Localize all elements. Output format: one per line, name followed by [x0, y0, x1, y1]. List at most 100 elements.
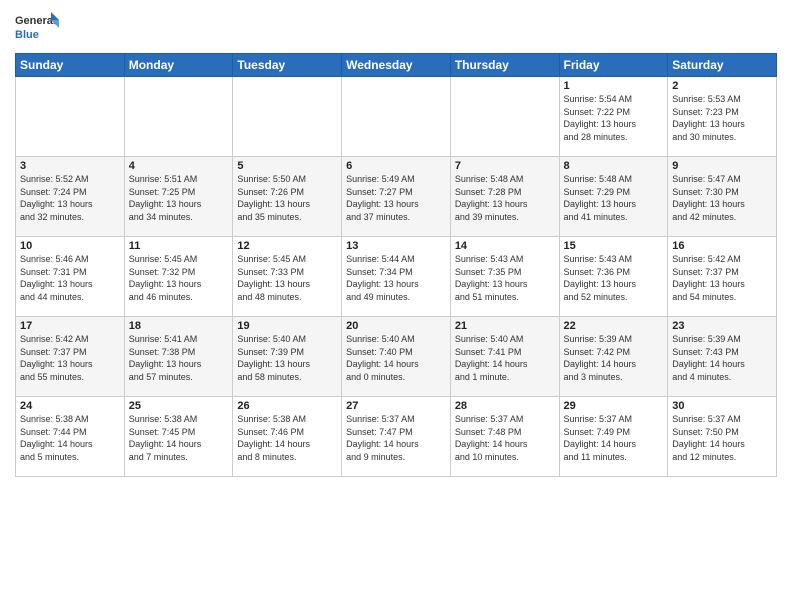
day-info: Sunrise: 5:43 AM Sunset: 7:36 PM Dayligh… — [564, 253, 664, 303]
calendar-cell: 27Sunrise: 5:37 AM Sunset: 7:47 PM Dayli… — [342, 397, 451, 477]
calendar-cell: 5Sunrise: 5:50 AM Sunset: 7:26 PM Daylig… — [233, 157, 342, 237]
day-number: 30 — [672, 400, 772, 412]
day-info: Sunrise: 5:39 AM Sunset: 7:42 PM Dayligh… — [564, 333, 664, 383]
day-info: Sunrise: 5:48 AM Sunset: 7:29 PM Dayligh… — [564, 173, 664, 223]
day-info: Sunrise: 5:37 AM Sunset: 7:47 PM Dayligh… — [346, 413, 446, 463]
calendar-cell: 17Sunrise: 5:42 AM Sunset: 7:37 PM Dayli… — [16, 317, 125, 397]
day-number: 25 — [129, 400, 229, 412]
day-info: Sunrise: 5:48 AM Sunset: 7:28 PM Dayligh… — [455, 173, 555, 223]
calendar-cell: 25Sunrise: 5:38 AM Sunset: 7:45 PM Dayli… — [124, 397, 233, 477]
calendar-cell: 2Sunrise: 5:53 AM Sunset: 7:23 PM Daylig… — [668, 77, 777, 157]
calendar-cell: 19Sunrise: 5:40 AM Sunset: 7:39 PM Dayli… — [233, 317, 342, 397]
calendar-cell: 20Sunrise: 5:40 AM Sunset: 7:40 PM Dayli… — [342, 317, 451, 397]
day-number: 27 — [346, 400, 446, 412]
logo: General Blue — [15, 10, 59, 51]
day-info: Sunrise: 5:40 AM Sunset: 7:41 PM Dayligh… — [455, 333, 555, 383]
calendar-cell: 24Sunrise: 5:38 AM Sunset: 7:44 PM Dayli… — [16, 397, 125, 477]
calendar-cell — [16, 77, 125, 157]
day-number: 29 — [564, 400, 664, 412]
day-number: 12 — [237, 240, 337, 252]
calendar-cell — [124, 77, 233, 157]
day-number: 21 — [455, 320, 555, 332]
day-number: 14 — [455, 240, 555, 252]
day-number: 1 — [564, 80, 664, 92]
day-number: 10 — [20, 240, 120, 252]
day-number: 11 — [129, 240, 229, 252]
week-row-3: 10Sunrise: 5:46 AM Sunset: 7:31 PM Dayli… — [16, 237, 777, 317]
day-number: 20 — [346, 320, 446, 332]
calendar-cell: 14Sunrise: 5:43 AM Sunset: 7:35 PM Dayli… — [450, 237, 559, 317]
calendar-cell: 1Sunrise: 5:54 AM Sunset: 7:22 PM Daylig… — [559, 77, 668, 157]
day-info: Sunrise: 5:42 AM Sunset: 7:37 PM Dayligh… — [672, 253, 772, 303]
day-info: Sunrise: 5:43 AM Sunset: 7:35 PM Dayligh… — [455, 253, 555, 303]
day-info: Sunrise: 5:52 AM Sunset: 7:24 PM Dayligh… — [20, 173, 120, 223]
day-number: 9 — [672, 160, 772, 172]
calendar-cell: 6Sunrise: 5:49 AM Sunset: 7:27 PM Daylig… — [342, 157, 451, 237]
calendar-cell: 29Sunrise: 5:37 AM Sunset: 7:49 PM Dayli… — [559, 397, 668, 477]
calendar-cell: 7Sunrise: 5:48 AM Sunset: 7:28 PM Daylig… — [450, 157, 559, 237]
day-number: 19 — [237, 320, 337, 332]
day-number: 3 — [20, 160, 120, 172]
day-info: Sunrise: 5:40 AM Sunset: 7:40 PM Dayligh… — [346, 333, 446, 383]
day-number: 28 — [455, 400, 555, 412]
calendar-cell: 21Sunrise: 5:40 AM Sunset: 7:41 PM Dayli… — [450, 317, 559, 397]
calendar-cell: 22Sunrise: 5:39 AM Sunset: 7:42 PM Dayli… — [559, 317, 668, 397]
day-info: Sunrise: 5:37 AM Sunset: 7:50 PM Dayligh… — [672, 413, 772, 463]
day-number: 7 — [455, 160, 555, 172]
day-info: Sunrise: 5:39 AM Sunset: 7:43 PM Dayligh… — [672, 333, 772, 383]
calendar-cell: 9Sunrise: 5:47 AM Sunset: 7:30 PM Daylig… — [668, 157, 777, 237]
day-number: 16 — [672, 240, 772, 252]
calendar-cell: 23Sunrise: 5:39 AM Sunset: 7:43 PM Dayli… — [668, 317, 777, 397]
calendar-cell: 3Sunrise: 5:52 AM Sunset: 7:24 PM Daylig… — [16, 157, 125, 237]
calendar-cell — [342, 77, 451, 157]
weekday-header-tuesday: Tuesday — [233, 54, 342, 77]
day-number: 26 — [237, 400, 337, 412]
day-number: 18 — [129, 320, 229, 332]
day-info: Sunrise: 5:38 AM Sunset: 7:46 PM Dayligh… — [237, 413, 337, 463]
day-number: 8 — [564, 160, 664, 172]
day-info: Sunrise: 5:37 AM Sunset: 7:49 PM Dayligh… — [564, 413, 664, 463]
day-number: 5 — [237, 160, 337, 172]
week-row-1: 1Sunrise: 5:54 AM Sunset: 7:22 PM Daylig… — [16, 77, 777, 157]
calendar-cell: 4Sunrise: 5:51 AM Sunset: 7:25 PM Daylig… — [124, 157, 233, 237]
calendar-cell: 8Sunrise: 5:48 AM Sunset: 7:29 PM Daylig… — [559, 157, 668, 237]
weekday-header-sunday: Sunday — [16, 54, 125, 77]
week-row-4: 17Sunrise: 5:42 AM Sunset: 7:37 PM Dayli… — [16, 317, 777, 397]
day-info: Sunrise: 5:45 AM Sunset: 7:33 PM Dayligh… — [237, 253, 337, 303]
day-number: 22 — [564, 320, 664, 332]
calendar-cell: 12Sunrise: 5:45 AM Sunset: 7:33 PM Dayli… — [233, 237, 342, 317]
day-info: Sunrise: 5:37 AM Sunset: 7:48 PM Dayligh… — [455, 413, 555, 463]
day-info: Sunrise: 5:45 AM Sunset: 7:32 PM Dayligh… — [129, 253, 229, 303]
day-number: 23 — [672, 320, 772, 332]
day-number: 13 — [346, 240, 446, 252]
day-number: 24 — [20, 400, 120, 412]
weekday-header-thursday: Thursday — [450, 54, 559, 77]
calendar-cell — [450, 77, 559, 157]
weekday-header-row: SundayMondayTuesdayWednesdayThursdayFrid… — [16, 54, 777, 77]
day-info: Sunrise: 5:42 AM Sunset: 7:37 PM Dayligh… — [20, 333, 120, 383]
day-number: 17 — [20, 320, 120, 332]
week-row-2: 3Sunrise: 5:52 AM Sunset: 7:24 PM Daylig… — [16, 157, 777, 237]
day-info: Sunrise: 5:44 AM Sunset: 7:34 PM Dayligh… — [346, 253, 446, 303]
calendar-cell: 28Sunrise: 5:37 AM Sunset: 7:48 PM Dayli… — [450, 397, 559, 477]
day-number: 15 — [564, 240, 664, 252]
svg-text:Blue: Blue — [15, 29, 39, 41]
day-number: 4 — [129, 160, 229, 172]
calendar-cell: 13Sunrise: 5:44 AM Sunset: 7:34 PM Dayli… — [342, 237, 451, 317]
calendar-cell: 11Sunrise: 5:45 AM Sunset: 7:32 PM Dayli… — [124, 237, 233, 317]
day-info: Sunrise: 5:53 AM Sunset: 7:23 PM Dayligh… — [672, 93, 772, 143]
weekday-header-saturday: Saturday — [668, 54, 777, 77]
day-info: Sunrise: 5:50 AM Sunset: 7:26 PM Dayligh… — [237, 173, 337, 223]
week-row-5: 24Sunrise: 5:38 AM Sunset: 7:44 PM Dayli… — [16, 397, 777, 477]
day-info: Sunrise: 5:38 AM Sunset: 7:45 PM Dayligh… — [129, 413, 229, 463]
day-info: Sunrise: 5:46 AM Sunset: 7:31 PM Dayligh… — [20, 253, 120, 303]
calendar-cell: 26Sunrise: 5:38 AM Sunset: 7:46 PM Dayli… — [233, 397, 342, 477]
day-info: Sunrise: 5:40 AM Sunset: 7:39 PM Dayligh… — [237, 333, 337, 383]
calendar-table: SundayMondayTuesdayWednesdayThursdayFrid… — [15, 53, 777, 477]
day-info: Sunrise: 5:49 AM Sunset: 7:27 PM Dayligh… — [346, 173, 446, 223]
day-info: Sunrise: 5:38 AM Sunset: 7:44 PM Dayligh… — [20, 413, 120, 463]
weekday-header-friday: Friday — [559, 54, 668, 77]
weekday-header-wednesday: Wednesday — [342, 54, 451, 77]
day-info: Sunrise: 5:54 AM Sunset: 7:22 PM Dayligh… — [564, 93, 664, 143]
logo-icon: General Blue — [15, 10, 59, 46]
